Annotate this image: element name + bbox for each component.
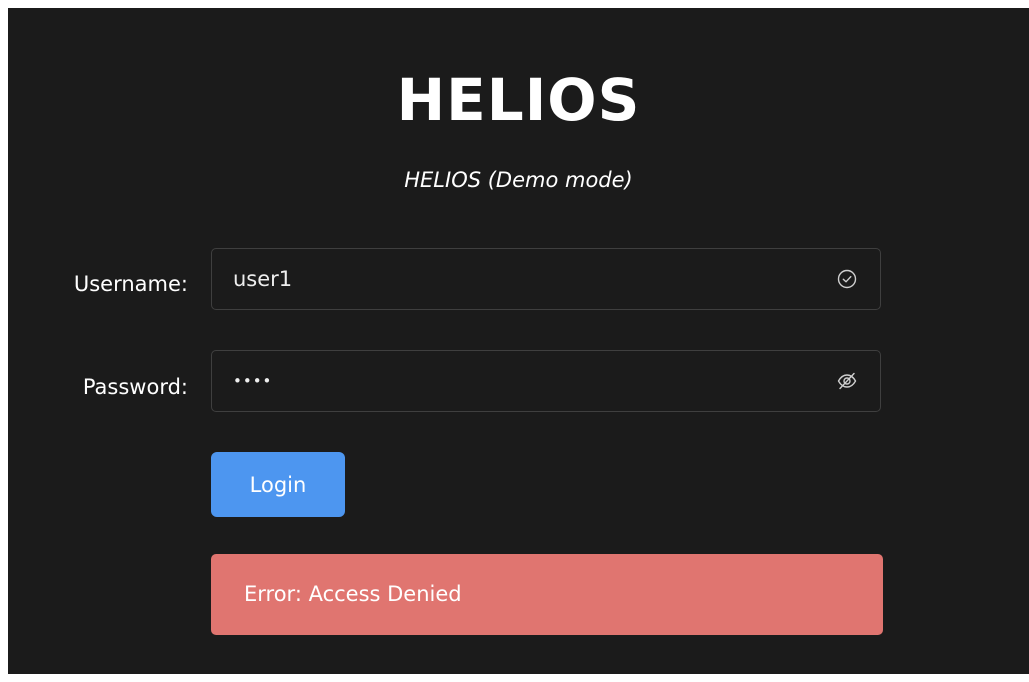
error-alert: Error: Access Denied [211,554,883,635]
app-subtitle: HELIOS (Demo mode) [404,168,633,192]
app-title: HELIOS [396,66,641,134]
login-panel: HELIOS HELIOS (Demo mode) Username: user… [8,8,1029,674]
username-field[interactable]: user1 [211,248,881,310]
username-label: Username: [73,272,188,296]
password-field[interactable]: •••• [211,350,881,412]
password-value: •••• [233,372,273,390]
password-label: Password: [82,375,188,399]
eye-off-icon[interactable] [836,370,858,392]
login-button[interactable]: Login [211,452,345,517]
error-message: Error: Access Denied [244,582,462,606]
check-circle-icon [836,268,858,290]
username-value: user1 [233,267,293,291]
